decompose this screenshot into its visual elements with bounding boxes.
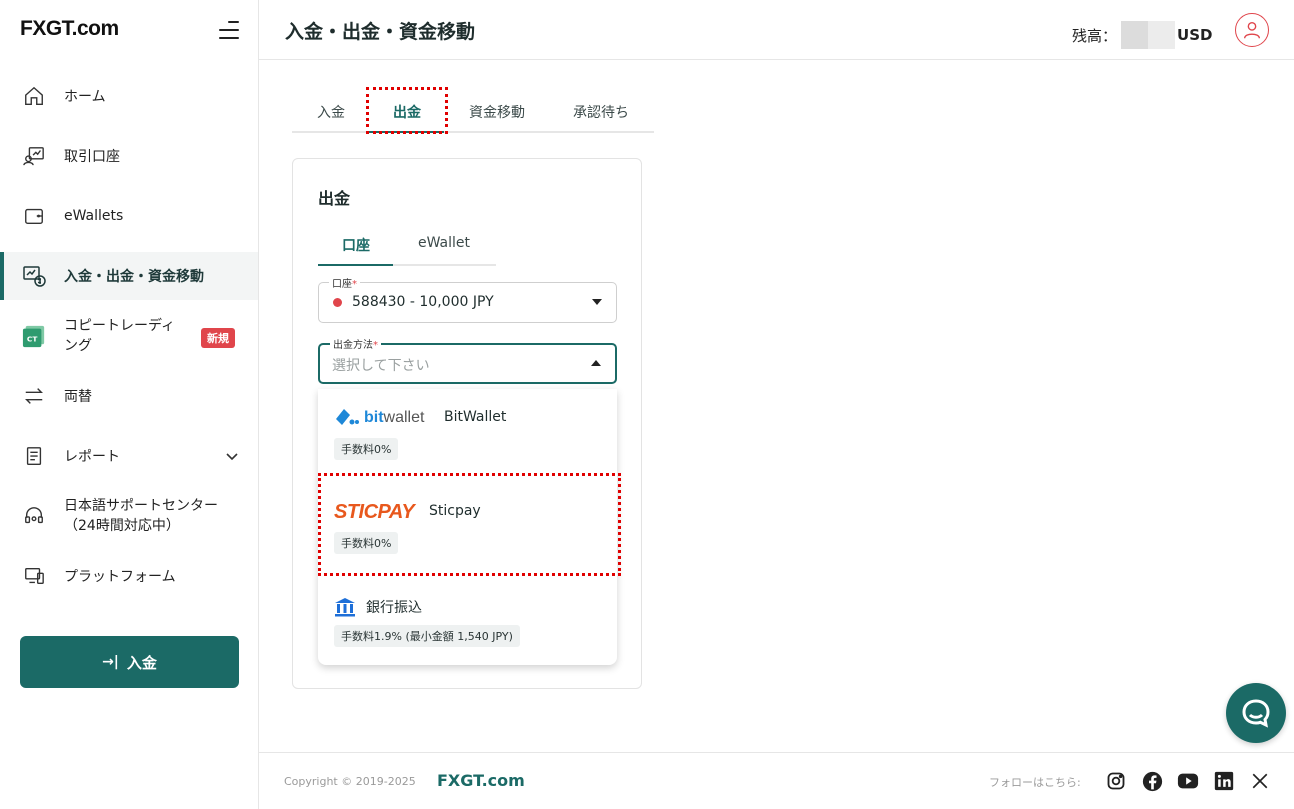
- sidebar-item-transfer-funds[interactable]: 入金・出金・資金移動: [0, 252, 258, 300]
- wallet-icon: [22, 204, 46, 228]
- sidebar-item-trading-account[interactable]: 取引口座: [0, 132, 258, 180]
- copyright-text: Copyright © 2019-2025: [284, 775, 416, 788]
- sidebar-item-support[interactable]: 日本語サポートセンター （24時間対応中）: [0, 492, 258, 540]
- sidebar-item-label: eWallets: [64, 208, 124, 224]
- fee-badge: 手数料1.9% (最小金額 1,540 JPY): [334, 625, 520, 647]
- balance-label: 残高：: [1072, 26, 1118, 45]
- linkedin-icon[interactable]: [1213, 770, 1235, 792]
- sidebar-item-label: 日本語サポートセンター （24時間対応中）: [64, 498, 218, 534]
- withdraw-card: 出金 口座 eWallet 口座* 588430 - 10,000 JPY 出金…: [292, 158, 642, 689]
- caret-up-icon: [591, 360, 601, 366]
- account-select[interactable]: 口座* 588430 - 10,000 JPY: [318, 275, 617, 323]
- user-avatar-icon[interactable]: [1235, 13, 1269, 47]
- caret-down-icon: [592, 299, 602, 305]
- sidebar-item-platform[interactable]: プラットフォーム: [0, 552, 258, 600]
- balance-masked-value: [1121, 21, 1176, 49]
- platform-icon: [22, 564, 46, 588]
- card-title: 出金: [318, 189, 351, 208]
- sidebar-item-label: 入金・出金・資金移動: [64, 269, 204, 285]
- exchange-icon: [22, 384, 46, 408]
- trading-account-icon: [22, 144, 46, 168]
- withdraw-subtabs: 口座 eWallet: [318, 229, 496, 266]
- account-field-label: 口座*: [329, 275, 360, 290]
- sidebar-item-report[interactable]: レポート: [0, 432, 258, 480]
- option-name: BitWallet: [444, 409, 507, 425]
- sidebar-item-label: コピートレーディ ング: [64, 318, 176, 354]
- brand-logo[interactable]: FXGT.com: [20, 17, 119, 41]
- active-subtab-underline: [318, 264, 393, 266]
- sidebar: FXGT.com ホーム 取引口座 eWallets 入金・出金・資金移動 CT…: [0, 0, 259, 809]
- footer-brand[interactable]: FXGT.com: [437, 771, 525, 790]
- active-tab-underline: [368, 131, 444, 133]
- method-field-label: 出金方法*: [330, 336, 381, 351]
- svg-text:CT: CT: [27, 335, 37, 344]
- chevron-down-icon[interactable]: [224, 448, 240, 468]
- sticpay-logo: STICPAY: [334, 501, 415, 523]
- fee-badge: 手数料0%: [334, 532, 399, 554]
- sidebar-item-home[interactable]: ホーム: [0, 72, 258, 120]
- balance-currency: USD: [1177, 26, 1213, 44]
- chat-support-icon[interactable]: [1226, 683, 1286, 743]
- page-title: 入金・出金・資金移動: [285, 21, 476, 43]
- menu-toggle-icon[interactable]: [219, 21, 239, 39]
- login-arrow-icon: →|: [102, 654, 119, 670]
- option-name: 銀行振込: [366, 600, 422, 616]
- instagram-icon[interactable]: [1105, 770, 1127, 792]
- withdraw-method-dropdown: bitwallet BitWallet 手数料0% STICPAY Sticpa…: [318, 389, 617, 665]
- youtube-icon[interactable]: [1177, 770, 1199, 792]
- tab-transfer[interactable]: 資金移動: [469, 102, 525, 122]
- top-header: 入金・出金・資金移動 残高： USD: [259, 0, 1294, 60]
- option-bitwallet[interactable]: bitwallet BitWallet 手数料0%: [318, 389, 617, 483]
- facebook-icon[interactable]: [1141, 770, 1163, 792]
- bank-icon: [334, 597, 356, 621]
- x-twitter-icon[interactable]: [1249, 770, 1271, 792]
- support-headset-icon: [22, 504, 46, 528]
- home-icon: [22, 84, 46, 108]
- option-bank-transfer[interactable]: 銀行振込 手数料1.9% (最小金額 1,540 JPY): [318, 577, 617, 671]
- transfer-funds-icon: [22, 264, 46, 288]
- tab-withdraw[interactable]: 出金: [393, 102, 421, 122]
- transaction-tabs: 入金 出金 資金移動 承認待ち: [292, 90, 654, 133]
- option-sticpay[interactable]: STICPAY Sticpay 手数料0%: [318, 483, 617, 577]
- sidebar-item-label: ホーム: [64, 89, 106, 105]
- fee-badge: 手数料0%: [334, 438, 399, 460]
- balance-display: 残高： USD: [1072, 21, 1212, 49]
- bitwallet-logo: bitwallet: [334, 407, 424, 429]
- sidebar-item-label: プラットフォーム: [64, 569, 176, 585]
- tab-deposit[interactable]: 入金: [317, 102, 345, 122]
- subtab-ewallet[interactable]: eWallet: [418, 235, 470, 251]
- method-placeholder: 選択して下さい: [332, 358, 430, 374]
- account-select-value: 588430 - 10,000 JPY: [352, 294, 494, 310]
- account-status-dot: [333, 298, 342, 307]
- deposit-button[interactable]: →| 入金: [20, 636, 239, 688]
- tab-pending[interactable]: 承認待ち: [573, 102, 629, 122]
- sidebar-item-label: レポート: [64, 449, 120, 465]
- new-badge: 新規: [201, 328, 235, 348]
- follow-label: フォローはこちら:: [989, 776, 1081, 789]
- sidebar-item-ewallets[interactable]: eWallets: [0, 192, 258, 240]
- footer: Copyright © 2019-2025 FXGT.com フォローはこちら:: [259, 752, 1294, 809]
- deposit-button-label: 入金: [126, 653, 157, 672]
- subtab-account[interactable]: 口座: [342, 235, 370, 255]
- option-name: Sticpay: [429, 503, 481, 519]
- withdraw-method-select[interactable]: 出金方法* 選択して下さい: [318, 336, 617, 384]
- sidebar-item-exchange[interactable]: 両替: [0, 372, 258, 420]
- copy-trading-icon: CT: [22, 324, 46, 348]
- sidebar-item-label: 取引口座: [64, 149, 120, 165]
- sidebar-item-label: 両替: [64, 389, 92, 405]
- sidebar-item-copy-trading[interactable]: CT コピートレーディ ング 新規: [0, 312, 258, 360]
- report-icon: [22, 444, 46, 468]
